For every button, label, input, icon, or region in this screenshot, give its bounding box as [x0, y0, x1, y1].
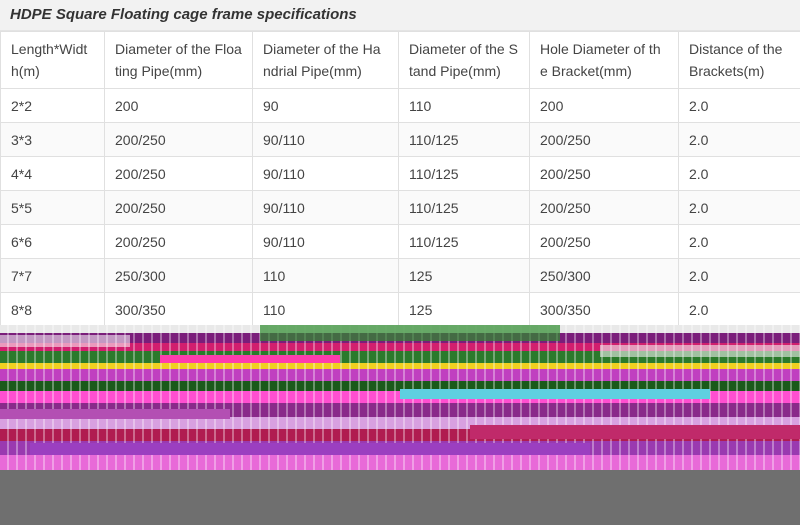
- table-cell: 90/110: [252, 156, 399, 191]
- header-bracket-hole: Hole Diameter of the Bracket(mm): [529, 31, 679, 89]
- table-cell: 200/250: [529, 224, 679, 259]
- table-row: 2*2 200 90 110 200 2.0: [0, 88, 800, 123]
- table-row: 7*7 250/300 110 125 250/300 2.0: [0, 258, 800, 293]
- table-cell: 2.0: [678, 122, 800, 157]
- table-cell: 110: [252, 292, 399, 327]
- table-cell: 200/250: [529, 122, 679, 157]
- table-title: HDPE Square Floating cage frame specific…: [0, 0, 800, 31]
- table-cell: 2.0: [678, 190, 800, 225]
- table-cell: 110/125: [398, 190, 530, 225]
- table-cell: 300/350: [529, 292, 679, 327]
- specifications-table: Length*Width(m) Diameter of the Floating…: [0, 31, 800, 327]
- table-cell: 2.0: [678, 156, 800, 191]
- table-cell: 4*4: [0, 156, 105, 191]
- table-row: 8*8 300/350 110 125 300/350 2.0: [0, 292, 800, 327]
- table-cell: 200/250: [529, 156, 679, 191]
- table-cell: 3*3: [0, 122, 105, 157]
- table-cell: 200/250: [104, 224, 253, 259]
- table-cell: 250/300: [104, 258, 253, 293]
- table-cell: 90: [252, 88, 399, 123]
- header-bracket-distance: Distance of the Brackets(m): [678, 31, 800, 89]
- table-cell: 200/250: [104, 122, 253, 157]
- table-cell: 110: [398, 88, 530, 123]
- table-cell: 110/125: [398, 224, 530, 259]
- table-cell: 90/110: [252, 122, 399, 157]
- table-cell: 200/250: [104, 156, 253, 191]
- table-row: 4*4 200/250 90/110 110/125 200/250 2.0: [0, 156, 800, 191]
- table-row: 6*6 200/250 90/110 110/125 200/250 2.0: [0, 224, 800, 259]
- table-cell: 8*8: [0, 292, 105, 327]
- table-cell: 2.0: [678, 258, 800, 293]
- header-stand-pipe: Diameter of the Stand Pipe(mm): [398, 31, 530, 89]
- table-cell: 200: [104, 88, 253, 123]
- table-header-row: Length*Width(m) Diameter of the Floating…: [0, 31, 800, 89]
- table-cell: 110: [252, 258, 399, 293]
- table-row: 3*3 200/250 90/110 110/125 200/250 2.0: [0, 122, 800, 157]
- header-handrail-pipe: Diameter of the Handrial Pipe(mm): [252, 31, 399, 89]
- header-length-width: Length*Width(m): [0, 31, 105, 89]
- table-cell: 300/350: [104, 292, 253, 327]
- table-cell: 125: [398, 292, 530, 327]
- table-cell: 110/125: [398, 122, 530, 157]
- table-row: 5*5 200/250 90/110 110/125 200/250 2.0: [0, 190, 800, 225]
- table-cell: 200/250: [104, 190, 253, 225]
- table-cell: 200/250: [529, 190, 679, 225]
- table-cell: 2.0: [678, 224, 800, 259]
- header-floating-pipe: Diameter of the Floating Pipe(mm): [104, 31, 253, 89]
- table-cell: 6*6: [0, 224, 105, 259]
- table-cell: 110/125: [398, 156, 530, 191]
- bottom-gray-band: [0, 470, 800, 525]
- table-cell: 2*2: [0, 88, 105, 123]
- table-cell: 7*7: [0, 258, 105, 293]
- table-cell: 90/110: [252, 190, 399, 225]
- table-cell: 125: [398, 258, 530, 293]
- table-cell: 2.0: [678, 292, 800, 327]
- table-cell: 5*5: [0, 190, 105, 225]
- corrupted-image-region: [0, 325, 800, 470]
- table-cell: 90/110: [252, 224, 399, 259]
- table-cell: 200: [529, 88, 679, 123]
- table-cell: 2.0: [678, 88, 800, 123]
- table-cell: 250/300: [529, 258, 679, 293]
